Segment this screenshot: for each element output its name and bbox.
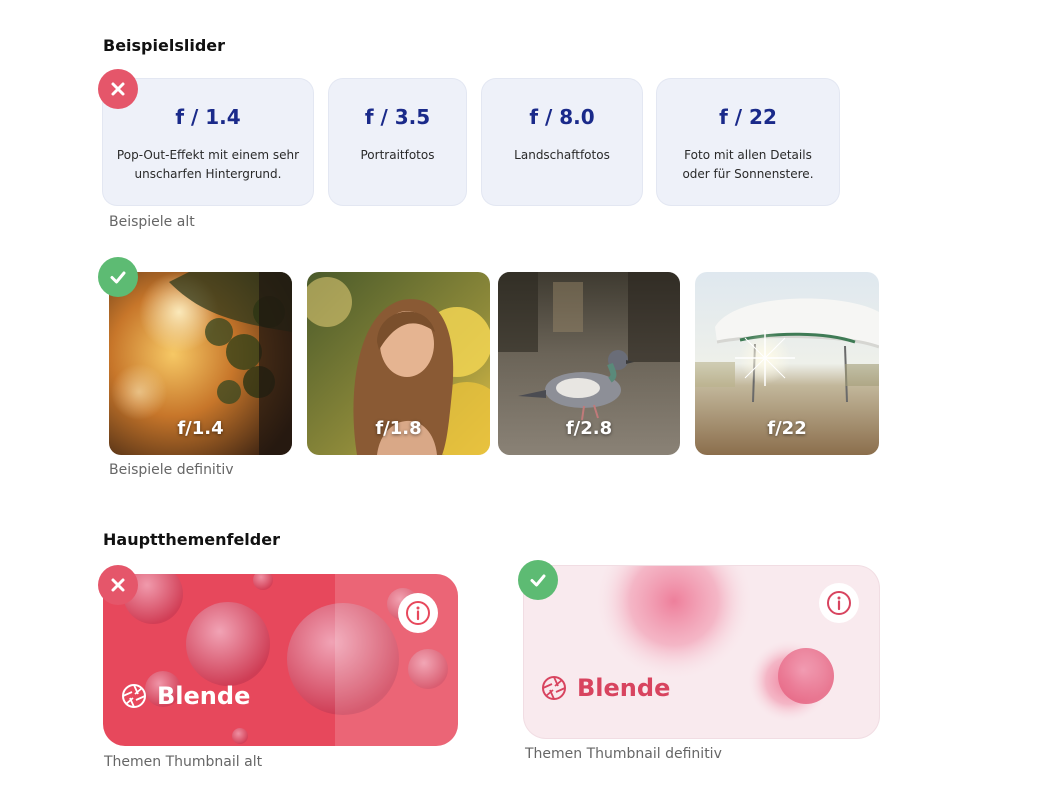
thumbnail-title-text: Blende	[577, 674, 671, 702]
info-icon	[827, 591, 851, 615]
reject-badge	[98, 565, 138, 605]
aperture-card[interactable]: f / 8.0 Landschaftfotos	[482, 79, 642, 205]
close-icon	[111, 578, 125, 592]
info-button[interactable]	[819, 583, 859, 623]
check-icon	[530, 574, 546, 587]
section-heading-hauptthemenfelder: Hauptthemenfelder	[103, 530, 280, 549]
thumbnail-title-text: Blende	[157, 682, 251, 710]
example-photo[interactable]: f/22	[695, 272, 879, 455]
approve-badge	[98, 257, 138, 297]
theme-thumbnail-new[interactable]: Blende	[524, 566, 879, 738]
aperture-card-title: f / 8.0	[529, 105, 595, 129]
info-icon	[406, 601, 430, 625]
example-photo[interactable]: f/2.8	[498, 272, 680, 455]
check-icon	[110, 271, 126, 284]
section-heading-beispielslider: Beispielslider	[103, 36, 226, 55]
aperture-card-desc: Portraitfotos	[360, 148, 435, 162]
theme-thumbnail-old[interactable]: Blende	[103, 574, 458, 746]
aperture-card-title: f / 1.4	[175, 105, 241, 129]
close-icon	[111, 82, 125, 96]
aperture-card-desc: Landschaftfotos	[514, 148, 610, 162]
photo-label: f/1.8	[375, 418, 422, 439]
aperture-card-desc: Foto mit allen Details oder für Sonnenst…	[682, 148, 814, 181]
photo-label: f/1.4	[177, 418, 224, 439]
caption-old-examples: Beispiele alt	[109, 214, 195, 230]
caption-theme-old: Themen Thumbnail alt	[104, 754, 263, 770]
aperture-card-desc: Pop-Out-Effekt mit einem sehr unscharfen…	[116, 148, 300, 181]
aperture-icon	[122, 684, 146, 708]
photo-label: f/22	[767, 418, 807, 439]
photo-label: f/2.8	[565, 418, 613, 439]
aperture-icon	[542, 676, 566, 700]
thumbnail-title: Blende	[541, 674, 670, 702]
example-photo[interactable]: f/1.4	[109, 272, 292, 455]
approve-badge	[518, 560, 558, 600]
aperture-card-title: f / 3.5	[364, 105, 431, 129]
aperture-card-title: f / 22	[719, 105, 777, 129]
reject-badge	[98, 69, 138, 109]
aperture-card[interactable]: f / 3.5 Portraitfotos	[329, 79, 466, 205]
caption-theme-new: Themen Thumbnail definitiv	[525, 746, 722, 762]
aperture-card[interactable]: f / 22 Foto mit allen Details oder für S…	[657, 79, 839, 205]
info-button[interactable]	[398, 593, 438, 633]
thumbnail-title: Blende	[121, 682, 250, 710]
example-photo[interactable]: f/1.8	[307, 272, 490, 455]
caption-new-examples: Beispiele definitiv	[109, 462, 234, 478]
